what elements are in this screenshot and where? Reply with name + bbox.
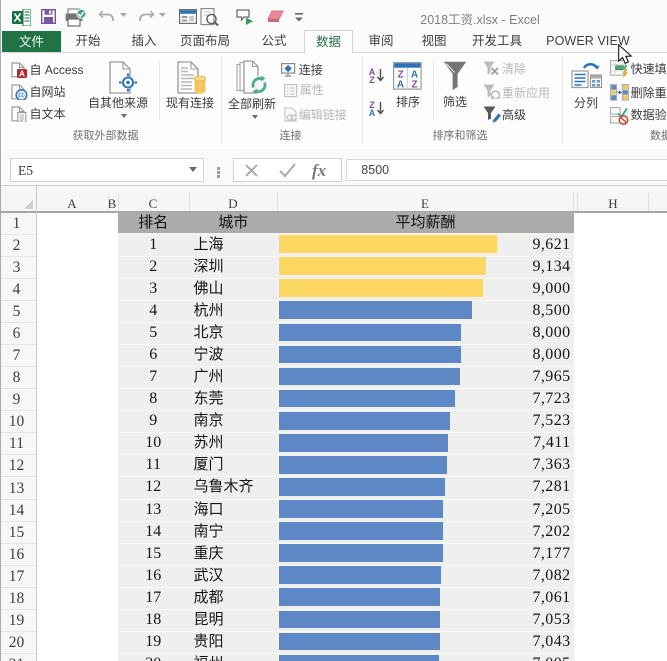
svg-text:Z: Z — [369, 75, 375, 83]
svg-text:A: A — [397, 80, 404, 91]
svg-text:Z: Z — [411, 80, 417, 91]
svg-text:A: A — [369, 108, 376, 116]
svg-text:A: A — [19, 69, 25, 77]
